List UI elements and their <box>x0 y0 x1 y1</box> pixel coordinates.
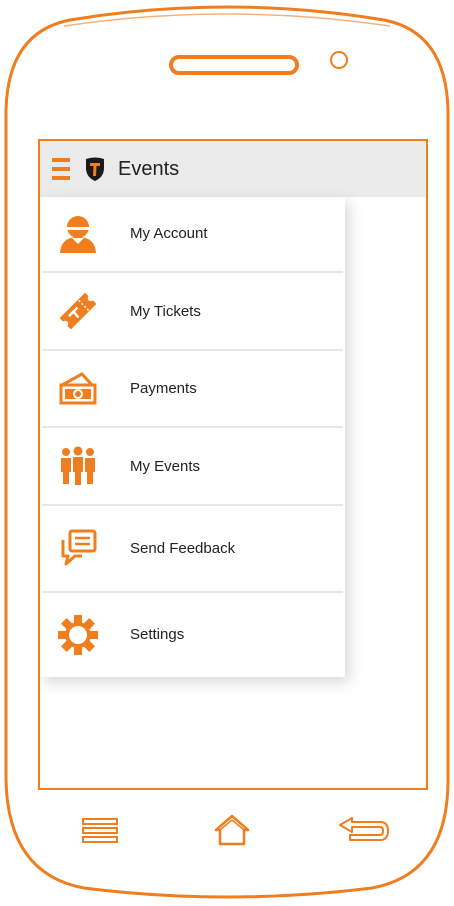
group-icon <box>61 446 95 485</box>
gear-icon <box>58 615 98 655</box>
app-title: Events <box>118 158 180 180</box>
drawer-item-label: Settings <box>130 626 185 643</box>
app-bar: Events <box>40 141 426 197</box>
hamburger-menu-icon[interactable] <box>52 158 70 180</box>
ticket-icon <box>59 292 97 330</box>
drawer-item-label: Payments <box>130 380 197 397</box>
ticket-shield-logo-icon <box>86 157 104 181</box>
drawer-item-my-events[interactable]: My Events <box>42 428 343 506</box>
user-icon <box>60 216 96 253</box>
back-icon[interactable] <box>338 816 390 844</box>
drawer-item-label: My Events <box>130 458 201 475</box>
speaker-slot <box>169 55 299 75</box>
drawer-item-my-account[interactable]: My Account <box>42 197 343 273</box>
menu-icon[interactable] <box>82 818 118 844</box>
drawer-item-label: My Tickets <box>130 303 201 320</box>
drawer-item-label: My Account <box>130 225 208 242</box>
navigation-drawer: My Account My Tickets Payments My Events… <box>40 197 345 677</box>
chat-feedback-icon <box>61 529 97 566</box>
camera-icon <box>330 51 348 69</box>
cash-icon <box>59 372 97 405</box>
drawer-item-send-feedback[interactable]: Send Feedback <box>42 506 343 593</box>
drawer-item-my-tickets[interactable]: My Tickets <box>42 273 343 351</box>
phone-screen: Events My Account My Tickets Payments My… <box>38 139 428 790</box>
drawer-item-settings[interactable]: Settings <box>42 593 343 677</box>
drawer-item-label: Send Feedback <box>130 540 236 557</box>
home-icon[interactable] <box>214 814 250 846</box>
drawer-item-payments[interactable]: Payments <box>42 351 343 428</box>
